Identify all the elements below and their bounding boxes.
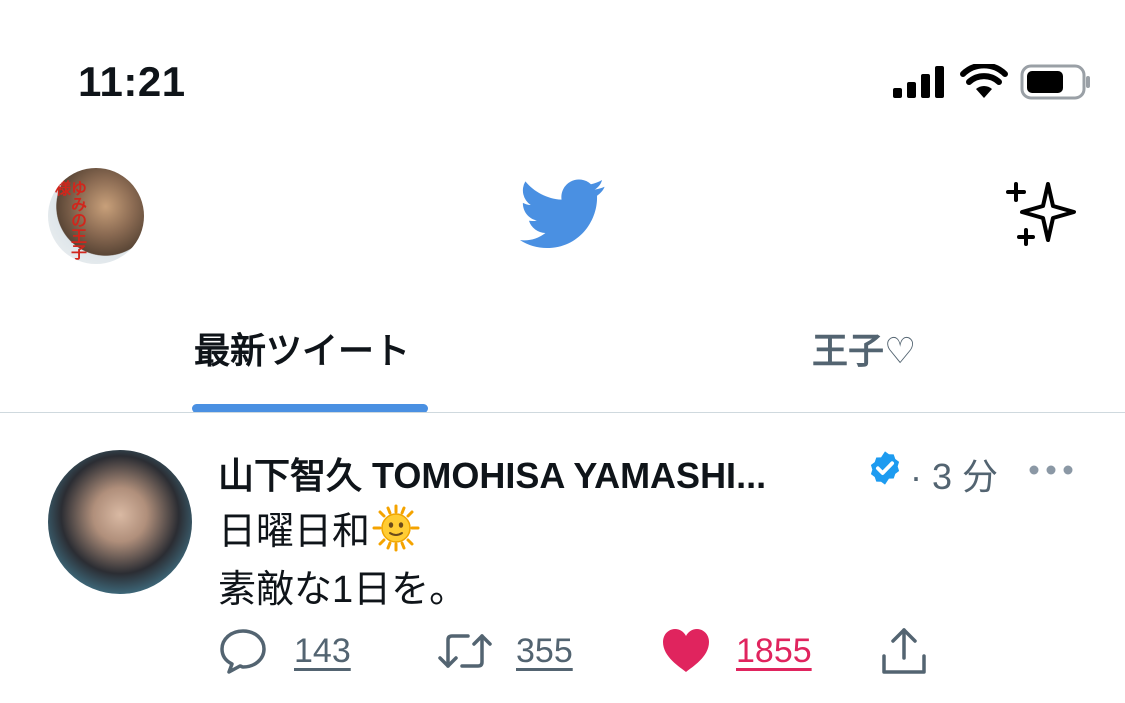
like-icon[interactable] bbox=[660, 626, 712, 676]
retweet-icon[interactable] bbox=[436, 626, 494, 676]
divider bbox=[0, 412, 1125, 413]
status-time: 11:21 bbox=[78, 58, 186, 105]
like-count[interactable]: 1855 bbox=[736, 632, 812, 671]
tweet-text-line-1: 日曜日和 bbox=[218, 500, 420, 555]
verified-badge-icon bbox=[870, 451, 900, 485]
sparkle-icon[interactable] bbox=[1000, 178, 1080, 250]
tweet-text-line-2: 素敵な1日を。 bbox=[218, 569, 468, 611]
sun-with-face-icon bbox=[372, 504, 420, 552]
avatar-text: ゆみの王子様 bbox=[52, 180, 85, 260]
signal-icon bbox=[893, 66, 944, 98]
reply-icon[interactable] bbox=[218, 626, 268, 676]
battery-icon bbox=[1020, 64, 1090, 100]
share-icon[interactable] bbox=[878, 626, 930, 678]
tweet-author-name[interactable]: 山下智久 TOMOHISA YAMASHI... bbox=[218, 447, 766, 499]
tab-latest-tweets[interactable]: 最新ツイート bbox=[194, 322, 410, 374]
tab-prince-list[interactable]: 王子♡ bbox=[812, 322, 916, 374]
tweet-timestamp[interactable]: · 3 分 bbox=[910, 448, 998, 500]
reply-count[interactable]: 143 bbox=[294, 632, 351, 671]
twitter-bird-icon bbox=[520, 179, 605, 249]
retweet-count[interactable]: 355 bbox=[516, 632, 573, 671]
tweet-author-avatar[interactable] bbox=[48, 450, 192, 594]
more-icon[interactable] bbox=[1028, 464, 1074, 476]
wifi-icon bbox=[960, 64, 1008, 98]
tweet-text: 日曜日和 bbox=[218, 511, 371, 553]
profile-avatar[interactable]: ゆみの王子様 bbox=[48, 168, 144, 264]
